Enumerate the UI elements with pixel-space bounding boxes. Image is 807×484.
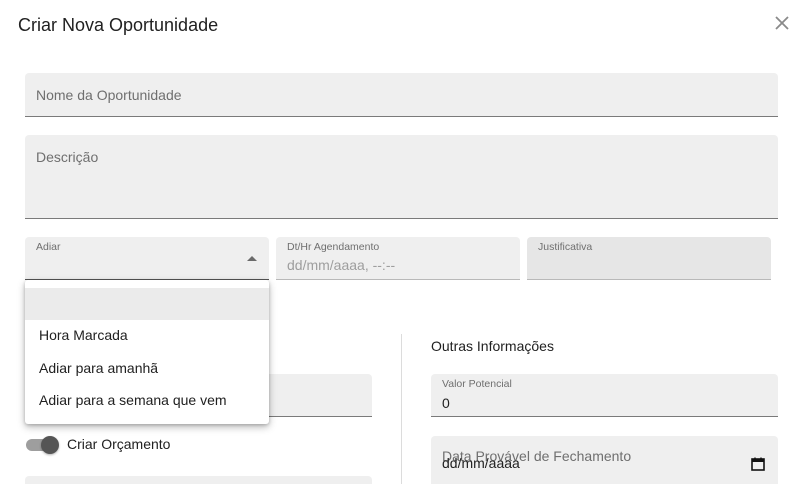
column-divider [401, 334, 402, 484]
descricao-label: Descrição [36, 149, 99, 165]
adiar-label: Adiar [36, 241, 61, 253]
justificativa-label: Justificativa [538, 241, 593, 253]
adiar-option-hora-marcada[interactable]: Hora Marcada [25, 319, 269, 351]
valor-potencial-value: 0 [442, 395, 450, 411]
caret-up-icon [247, 256, 257, 261]
criar-orcamento-label: Criar Orçamento [67, 436, 171, 452]
justificativa-field[interactable]: Justificativa [527, 237, 771, 280]
adiar-option-semana[interactable]: Adiar para a semana que vem [25, 384, 269, 416]
calendar-icon[interactable] [751, 457, 765, 471]
valor-potencial-field[interactable]: Valor Potencial 0 [431, 374, 778, 417]
adiar-option-amanha[interactable]: Adiar para amanhã [25, 352, 269, 384]
data-fechamento-field[interactable]: Data Provável de Fechamento dd/mm/aaaa [431, 436, 778, 484]
criar-orcamento-toggle[interactable] [26, 436, 60, 454]
outras-informacoes-title: Outras Informações [431, 338, 554, 354]
adiar-dropdown-menu: Hora Marcada Adiar para amanhã Adiar par… [25, 280, 269, 424]
toggle-knob [41, 436, 59, 454]
agendamento-placeholder: dd/mm/aaaa, --:-- [287, 257, 396, 273]
close-icon[interactable] [772, 13, 792, 33]
data-fechamento-placeholder: dd/mm/aaaa [442, 455, 520, 471]
valor-potencial-label: Valor Potencial [442, 378, 512, 390]
nome-oportunidade-field[interactable]: Nome da Oportunidade [25, 73, 778, 117]
descricao-field[interactable]: Descrição [25, 135, 778, 219]
nome-oportunidade-label: Nome da Oportunidade [36, 87, 182, 103]
dialog-title: Criar Nova Oportunidade [18, 15, 219, 35]
agendamento-field[interactable]: Dt/Hr Agendamento dd/mm/aaaa, --:-- [276, 237, 520, 280]
adiar-select[interactable]: Adiar [25, 237, 269, 280]
agendamento-label: Dt/Hr Agendamento [287, 241, 380, 253]
adiar-option-empty[interactable] [25, 288, 269, 320]
left-column-field-2[interactable] [25, 476, 372, 484]
